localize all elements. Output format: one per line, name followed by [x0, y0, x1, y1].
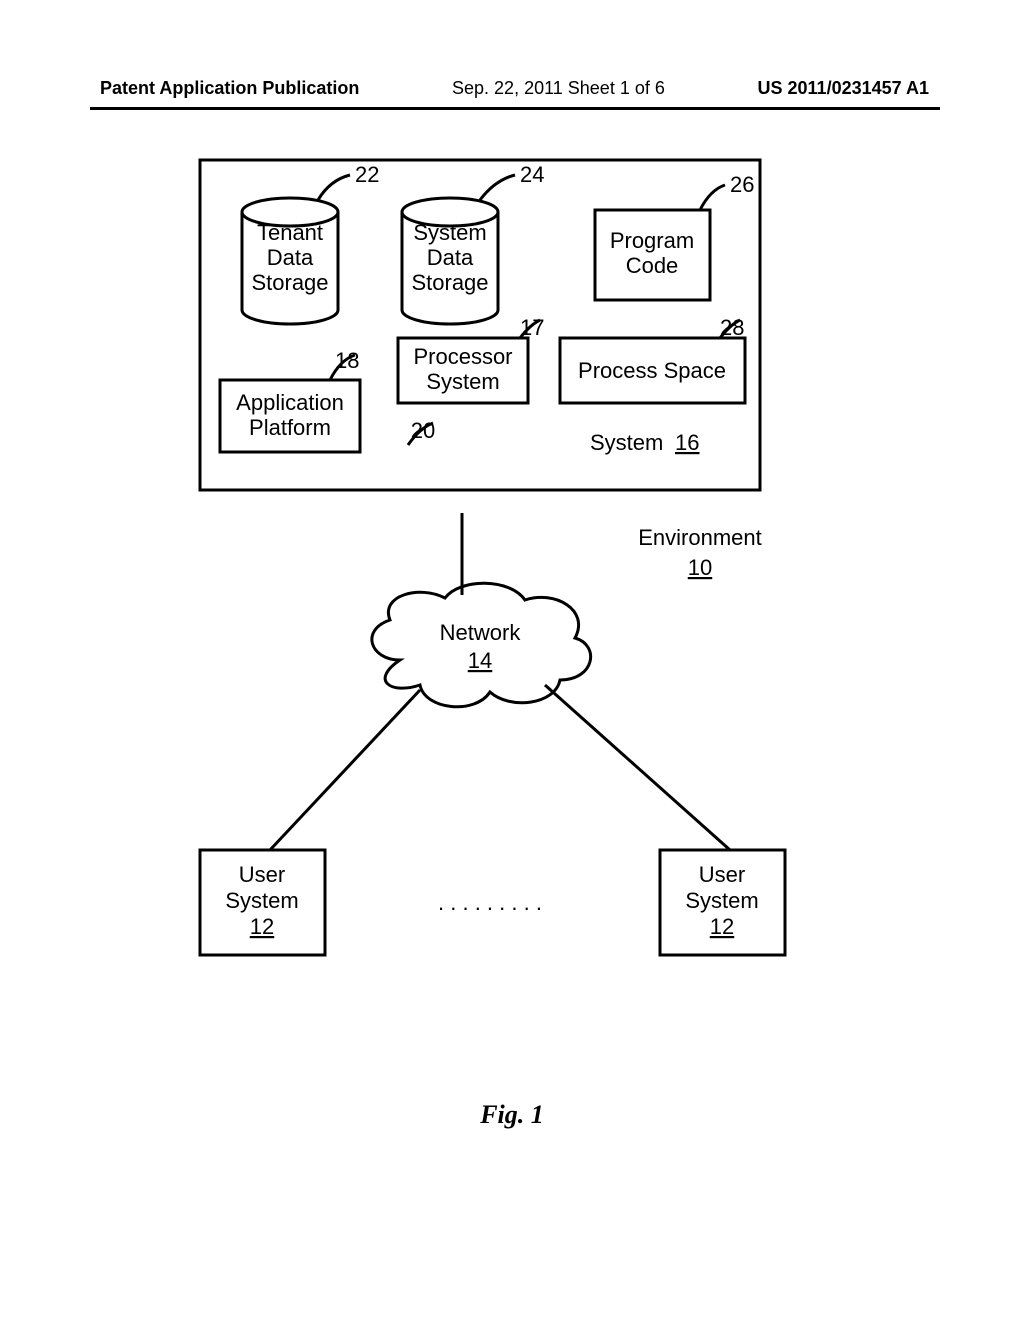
system-16-word: System	[590, 430, 663, 455]
app-l1: Application	[236, 390, 344, 415]
line-cloud-right	[545, 685, 730, 850]
user-right-num: 12	[710, 914, 734, 939]
tenant-l3: Storage	[251, 270, 328, 295]
tenant-data-storage: Tenant Data Storage	[242, 198, 338, 324]
tenant-l2: Data	[267, 245, 314, 270]
leader-22	[318, 175, 350, 200]
env-num: 10	[688, 555, 712, 580]
leader-24	[480, 175, 515, 200]
ellipsis-dots: . . . . . . . . .	[438, 890, 542, 915]
network-cloud	[372, 583, 591, 707]
system-l1: System	[413, 220, 486, 245]
ref-22: 22	[355, 162, 379, 187]
network-num: 14	[468, 648, 492, 673]
network-word: Network	[440, 620, 522, 645]
ref-18: 18	[335, 348, 359, 373]
ref-17: 17	[520, 315, 544, 340]
system-l2: Data	[427, 245, 474, 270]
program-l2: Code	[626, 253, 679, 278]
leader-26	[700, 185, 725, 210]
user-right-l2: System	[685, 888, 758, 913]
header-center: Sep. 22, 2011 Sheet 1 of 6	[452, 78, 665, 99]
ref-20: 20	[411, 418, 435, 443]
processor-l2: System	[426, 369, 499, 394]
system-data-storage: System Data Storage	[402, 198, 498, 324]
process-space: Process Space	[578, 358, 726, 383]
ref-24: 24	[520, 162, 544, 187]
header-right: US 2011/0231457 A1	[758, 78, 929, 99]
user-right-l1: User	[699, 862, 745, 887]
program-l1: Program	[610, 228, 694, 253]
figure-caption: Fig. 1	[0, 1100, 1024, 1130]
app-l2: Platform	[249, 415, 331, 440]
system-l3: Storage	[411, 270, 488, 295]
system-16-num: 16	[675, 430, 699, 455]
ref-26: 26	[730, 172, 754, 197]
header-rule	[90, 107, 940, 110]
user-left-l2: System	[225, 888, 298, 913]
user-left-num: 12	[250, 914, 274, 939]
processor-l1: Processor	[413, 344, 512, 369]
tenant-l1: Tenant	[257, 220, 323, 245]
ref-28: 28	[720, 315, 744, 340]
user-left-l1: User	[239, 862, 285, 887]
diagram-canvas: .st { fill: none; stroke: #000; stroke-w…	[0, 130, 1024, 1080]
line-cloud-left	[270, 690, 420, 850]
header-left: Patent Application Publication	[100, 78, 359, 99]
env-word: Environment	[638, 525, 762, 550]
